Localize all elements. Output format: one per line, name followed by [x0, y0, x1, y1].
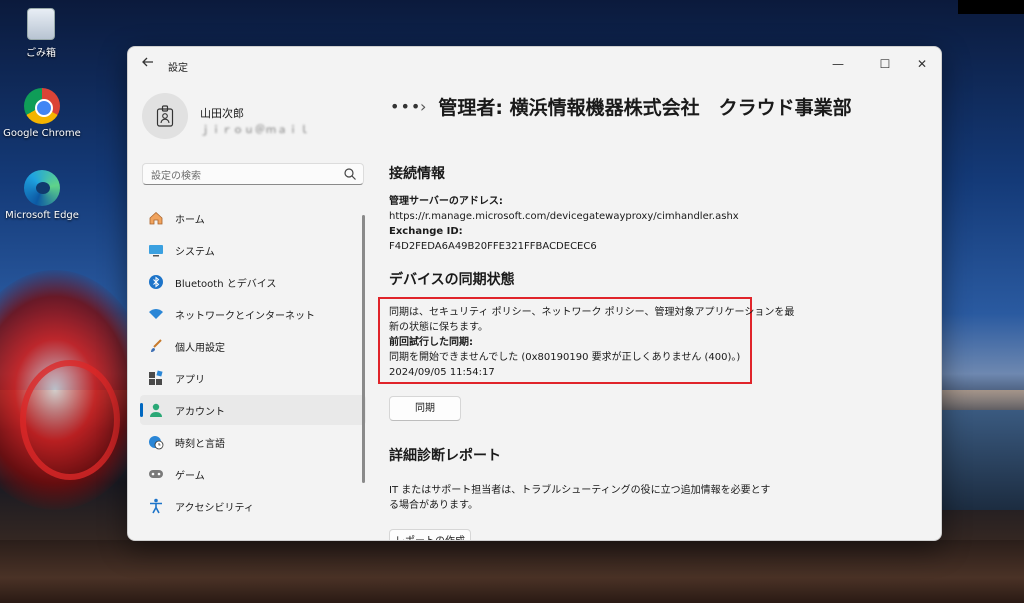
sidebar-item-network[interactable]: ネットワークとインターネット: [140, 299, 366, 329]
avatar[interactable]: [142, 93, 188, 139]
recycle-bin-icon: [27, 8, 55, 40]
person-icon: [148, 402, 164, 418]
back-button[interactable]: [138, 55, 158, 73]
sidebar-item-bluetooth[interactable]: Bluetooth とデバイス: [140, 267, 366, 297]
overlay-bar: [958, 0, 1024, 14]
desktop-icon-edge[interactable]: Microsoft Edge: [3, 170, 81, 221]
sidebar-item-label: ホーム: [175, 214, 205, 226]
server-label: 管理サーバーのアドレス:: [389, 196, 503, 207]
search-box[interactable]: [142, 163, 364, 187]
create-report-button[interactable]: レポートの作成: [389, 529, 471, 540]
page-title: 管理者: 横浜情報機器株式会社 クラウド事業部: [438, 97, 852, 119]
sidebar-item-accounts[interactable]: アカウント: [140, 395, 366, 425]
desktop-icon-recycle-bin[interactable]: ごみ箱: [2, 8, 80, 59]
sidebar-item-label: Bluetooth とデバイス: [175, 278, 277, 290]
sidebar-item-gaming[interactable]: ゲーム: [140, 459, 366, 489]
bluetooth-icon: [148, 274, 164, 290]
sync-heading: デバイスの同期状態: [389, 272, 515, 288]
sidebar-item-apps[interactable]: アプリ: [140, 363, 366, 393]
exchange-value: F4D2FEDA6A49B20FFE321FFBACDECEC6: [389, 241, 597, 252]
wallpaper-beach: [0, 540, 1024, 603]
brush-icon: [148, 338, 164, 354]
search-input[interactable]: [143, 166, 333, 187]
desktop-icon-chrome[interactable]: Google Chrome: [3, 88, 81, 139]
sync-button[interactable]: 同期: [389, 396, 461, 421]
sidebar-item-personalization[interactable]: 個人用設定: [140, 331, 366, 361]
chrome-icon: [24, 88, 60, 124]
last-sync-value: 同期を開始できませんでした (0x80190190 要求が正しくありません (4…: [389, 352, 741, 363]
breadcrumb: ••• › 管理者: 横浜情報機器株式会社 クラウド事業部: [390, 93, 852, 120]
sidebar-item-label: ネットワークとインターネット: [175, 310, 315, 322]
wallpaper-red-ring: [20, 360, 120, 480]
desktop-icon-label: Microsoft Edge: [5, 210, 79, 221]
gamepad-icon: [148, 466, 164, 482]
sidebar-item-label: アカウント: [175, 406, 225, 418]
maximize-button[interactable]: ☐: [870, 53, 900, 75]
exchange-label: Exchange ID:: [389, 226, 463, 237]
desktop-icon-label: Google Chrome: [3, 128, 81, 139]
diagnostics-heading: 詳細診断レポート: [389, 448, 501, 464]
sidebar-item-label: アプリ: [175, 374, 205, 386]
globe-clock-icon: [148, 434, 164, 450]
last-sync-timestamp: 2024/09/05 11:54:17: [389, 367, 495, 378]
sync-description-line2: 新の状態に保ちます。: [389, 322, 488, 333]
search-icon[interactable]: [343, 167, 357, 181]
edge-icon: [24, 170, 60, 206]
sidebar-item-label: 時刻と言語: [175, 438, 225, 450]
settings-window: 設定 — ☐ ✕ 山田次郎 ｊｉｒｏｕ＠ｍａｉｌ ホーム: [127, 46, 942, 541]
sidebar-item-label: 個人用設定: [175, 342, 225, 354]
breadcrumb-overflow-button[interactable]: •••: [390, 97, 420, 116]
sea-strip: [940, 410, 1024, 510]
sidebar-fade: [128, 517, 378, 540]
sidebar-scrollbar[interactable]: [362, 215, 365, 483]
close-button[interactable]: ✕: [907, 53, 937, 75]
user-name: 山田次郎: [200, 107, 244, 120]
apps-icon: [148, 370, 164, 386]
server-value: https://r.manage.microsoft.com/devicegat…: [389, 211, 739, 222]
monitor-icon: [148, 242, 164, 258]
user-email: ｊｉｒｏｕ＠ｍａｉｌ: [200, 125, 310, 136]
minimize-button[interactable]: —: [823, 53, 853, 75]
diagnostics-description-line2: る場合があります。: [389, 500, 478, 511]
accessibility-icon: [148, 498, 164, 514]
sidebar-nav: ホーム システム Bluetooth とデバイス ネットワークとインターネット …: [140, 203, 366, 523]
sidebar-item-label: ゲーム: [175, 470, 205, 482]
connection-heading: 接続情報: [389, 166, 445, 182]
wifi-icon: [148, 306, 164, 322]
home-icon: [148, 210, 164, 226]
sidebar-item-label: システム: [175, 246, 215, 258]
sidebar-item-home[interactable]: ホーム: [140, 203, 366, 233]
last-sync-label: 前回試行した同期:: [389, 337, 473, 348]
id-badge-icon: [156, 105, 174, 127]
sidebar-item-system[interactable]: システム: [140, 235, 366, 265]
arrow-left-icon: [142, 57, 153, 67]
chevron-right-icon: ›: [420, 97, 427, 116]
sidebar-item-time-language[interactable]: 時刻と言語: [140, 427, 366, 457]
diagnostics-description-line1: IT またはサポート担当者は、トラブルシューティングの役に立つ追加情報を必要とす: [389, 485, 771, 496]
title-bar[interactable]: 設定 — ☐ ✕: [128, 47, 941, 81]
sidebar-item-label: アクセシビリティ: [175, 502, 254, 514]
sync-description-line1: 同期は、セキュリティ ポリシー、ネットワーク ポリシー、管理対象アプリケーション…: [389, 307, 795, 318]
desktop-icon-label: ごみ箱: [26, 48, 56, 59]
app-title: 設定: [168, 63, 188, 74]
